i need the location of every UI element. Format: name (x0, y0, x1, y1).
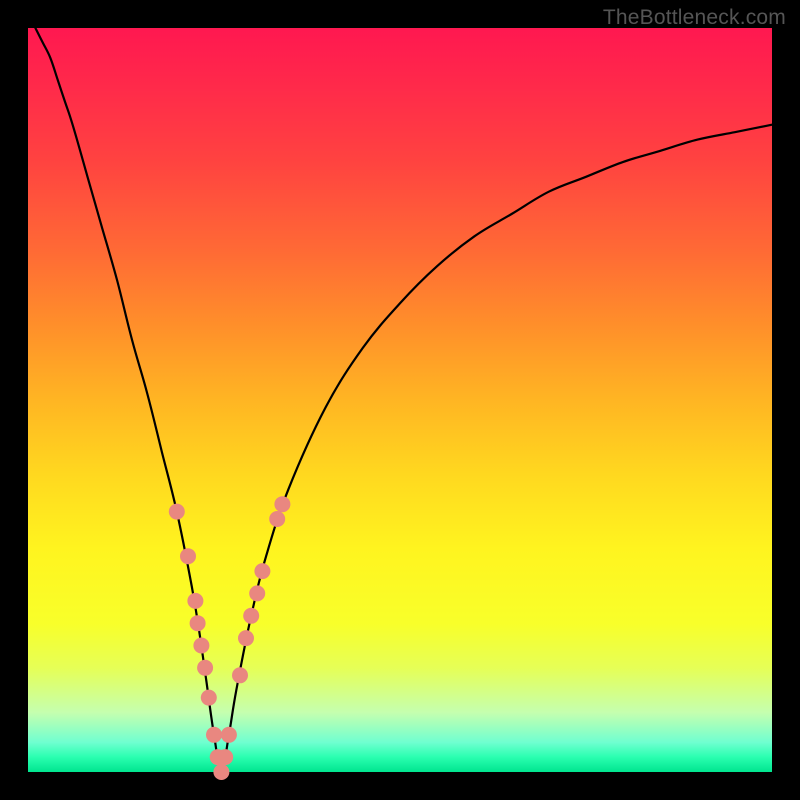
bottleneck-curve (35, 28, 772, 772)
highlight-point (193, 638, 209, 654)
highlight-point (197, 660, 213, 676)
watermark-text: TheBottleneck.com (603, 6, 786, 30)
highlight-point (217, 749, 233, 765)
highlight-point (243, 608, 259, 624)
highlight-point (213, 764, 229, 780)
highlight-point (269, 511, 285, 527)
highlight-point (201, 690, 217, 706)
highlight-point (206, 727, 222, 743)
highlight-point (169, 504, 185, 520)
highlight-point (232, 667, 248, 683)
highlight-point (238, 630, 254, 646)
curve-layer (28, 28, 772, 772)
highlight-point (249, 585, 265, 601)
highlight-point (180, 548, 196, 564)
plot-area (28, 28, 772, 772)
highlight-point (221, 727, 237, 743)
chart-frame: TheBottleneck.com (0, 0, 800, 800)
highlight-point (274, 496, 290, 512)
highlight-point (190, 615, 206, 631)
highlight-point (187, 593, 203, 609)
highlight-point (254, 563, 270, 579)
